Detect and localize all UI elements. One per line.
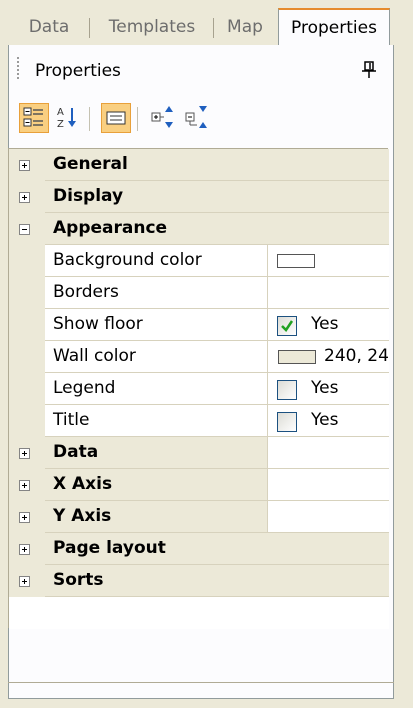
property-value: Yes: [311, 314, 339, 334]
expand-icon[interactable]: [19, 160, 30, 171]
property-grid: General Display Appearance Background co…: [8, 148, 389, 629]
property-label: Background color: [53, 250, 202, 270]
category-label: Y Axis: [53, 506, 112, 526]
collapse-icon[interactable]: [19, 224, 30, 235]
categorized-button[interactable]: [19, 103, 49, 133]
property-row-wall-color[interactable]: Wall color 240, 240: [9, 341, 389, 373]
color-swatch[interactable]: [277, 254, 315, 268]
category-y-axis[interactable]: Y Axis: [9, 501, 389, 533]
property-value: Yes: [311, 410, 339, 430]
property-label: Title: [53, 410, 90, 430]
category-appearance[interactable]: Appearance: [9, 213, 389, 245]
property-row-legend[interactable]: Legend Yes: [9, 373, 389, 405]
tab-properties[interactable]: Properties: [278, 8, 390, 46]
category-display[interactable]: Display: [9, 181, 389, 213]
tab-strip: Data Templates Map Properties: [8, 8, 394, 46]
panel-title: Properties: [35, 61, 121, 81]
category-label: Sorts: [53, 570, 104, 590]
tab-data[interactable]: Data: [8, 10, 90, 44]
pin-icon[interactable]: [362, 61, 376, 79]
legend-checkbox[interactable]: [277, 380, 297, 400]
title-checkbox[interactable]: [277, 412, 297, 432]
category-label: General: [53, 154, 128, 174]
tab-templates[interactable]: Templates: [90, 10, 214, 44]
property-row-borders[interactable]: Borders: [9, 277, 389, 309]
svg-text:A: A: [57, 107, 64, 118]
category-label: X Axis: [53, 474, 113, 494]
category-x-axis[interactable]: X Axis: [9, 469, 389, 501]
category-label: Display: [53, 186, 124, 206]
property-label: Show floor: [53, 314, 143, 334]
expand-icon[interactable]: [19, 448, 30, 459]
category-page-layout[interactable]: Page layout: [9, 533, 389, 565]
checkmark-icon: [281, 320, 294, 332]
expand-icon[interactable]: [19, 544, 30, 555]
grid-empty-space: [9, 597, 389, 629]
expand-icon[interactable]: [19, 480, 30, 491]
property-label: Wall color: [53, 346, 136, 366]
property-pages-icon: [106, 111, 126, 125]
collapse-all-button[interactable]: [183, 103, 213, 133]
tab-map[interactable]: Map: [214, 10, 276, 44]
drag-grip[interactable]: [17, 57, 19, 79]
property-row-show-floor[interactable]: Show floor Yes: [9, 309, 389, 341]
expand-icon[interactable]: [19, 512, 30, 523]
category-label: Appearance: [53, 218, 168, 238]
property-label: Borders: [53, 282, 119, 302]
expand-icon[interactable]: [19, 192, 30, 203]
panel-header: Properties: [9, 45, 393, 97]
category-sorts[interactable]: Sorts: [9, 565, 389, 597]
alphabetical-button[interactable]: A Z: [53, 103, 83, 133]
property-row-title[interactable]: Title Yes: [9, 405, 389, 437]
alphabetical-icon: A Z: [57, 107, 76, 130]
category-label: Data: [53, 442, 99, 462]
color-swatch[interactable]: [278, 350, 316, 364]
expand-all-button[interactable]: [149, 103, 179, 133]
properties-toolbar: A Z: [9, 97, 393, 145]
category-data[interactable]: Data: [9, 437, 389, 469]
property-label: Legend: [53, 378, 116, 398]
collapse-all-icon: [185, 106, 207, 128]
description-divider[interactable]: [8, 682, 394, 683]
expand-icon[interactable]: [19, 576, 30, 587]
category-general[interactable]: General: [9, 149, 389, 181]
category-label: Page layout: [53, 538, 166, 558]
show-floor-checkbox[interactable]: [277, 316, 297, 336]
property-value: 240, 240: [324, 346, 389, 366]
expand-all-icon: [151, 106, 173, 128]
property-pages-button[interactable]: [101, 103, 131, 133]
property-value: Yes: [311, 378, 339, 398]
svg-text:Z: Z: [57, 119, 64, 130]
property-row-background-color[interactable]: Background color: [9, 245, 389, 277]
categorized-icon: [23, 107, 43, 127]
